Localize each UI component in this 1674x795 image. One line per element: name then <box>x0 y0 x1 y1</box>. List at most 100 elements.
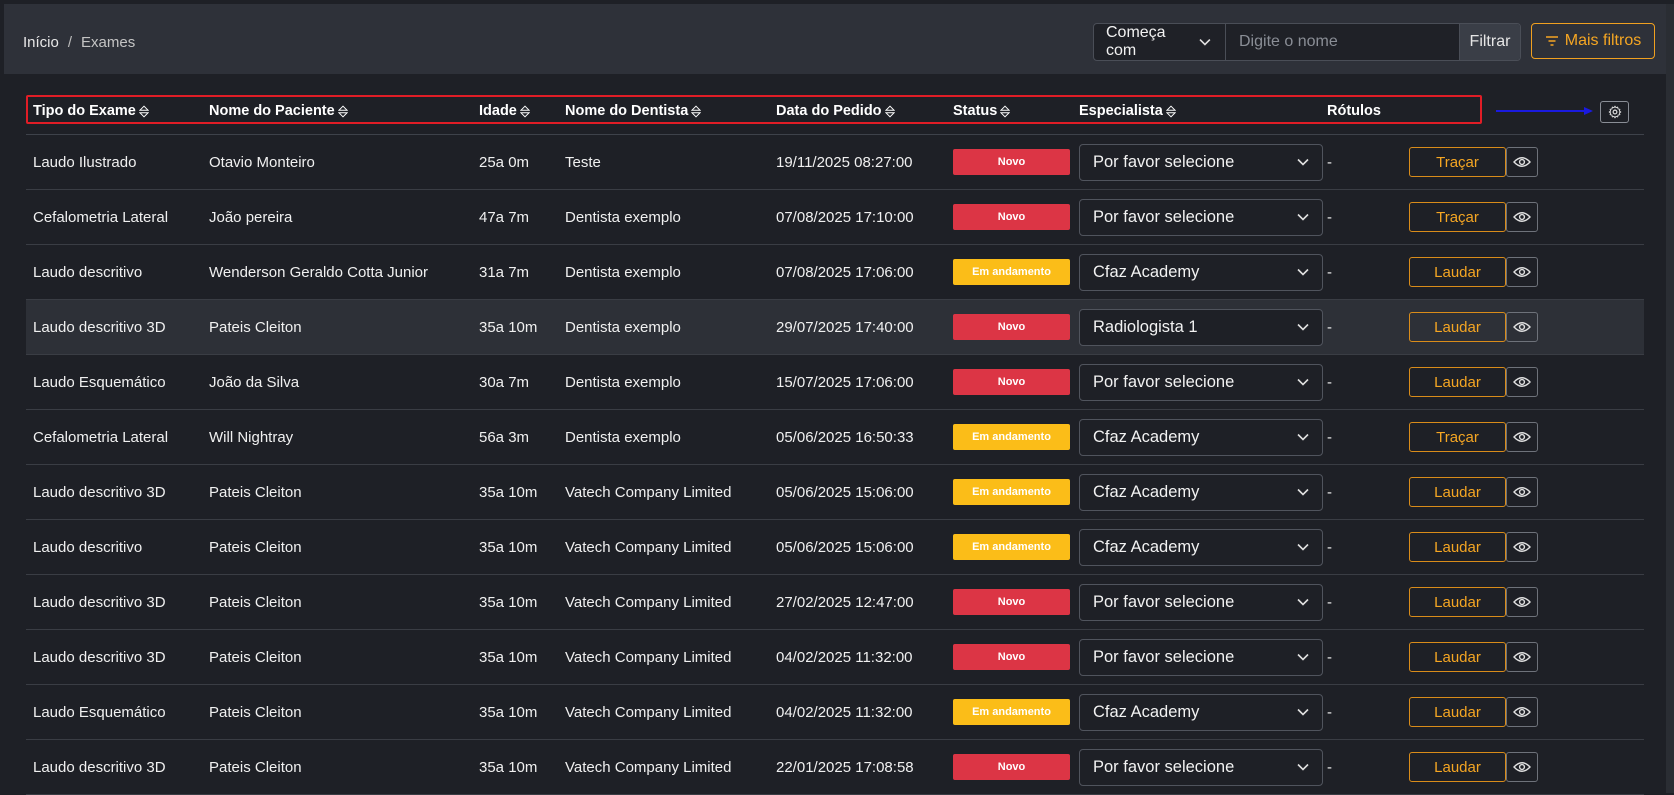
cell-view <box>1506 410 1538 464</box>
eye-icon <box>1513 762 1531 772</box>
view-button[interactable] <box>1506 367 1538 397</box>
row-action-button[interactable]: Traçar <box>1409 422 1506 452</box>
cell-view <box>1506 190 1538 244</box>
table-row[interactable]: Laudo descritivo 3D Pateis Cleiton 35a 10m… <box>26 630 1644 685</box>
table-row[interactable]: Laudo descritivo 3D Pateis Cleiton 35a 10m… <box>26 740 1644 795</box>
table-row[interactable]: Laudo descritivo 3D Pateis Cleiton 35a 10m… <box>26 300 1644 355</box>
cell-status: Novo <box>953 135 1070 189</box>
cell-actions: Traçar <box>1409 135 1506 189</box>
view-button[interactable] <box>1506 697 1538 727</box>
cell-patient-name: Pateis Cleiton <box>209 648 302 666</box>
view-button[interactable] <box>1506 642 1538 672</box>
specialist-select[interactable]: Cfaz Academy <box>1079 528 1323 566</box>
sort-icon[interactable] <box>884 104 895 118</box>
specialist-select[interactable]: Cfaz Academy <box>1079 693 1323 731</box>
filter-mode-label: Começa com <box>1106 24 1166 59</box>
specialist-select[interactable]: Radiologista 1 <box>1079 308 1323 346</box>
filter-mode-select[interactable]: Começa com <box>1094 24 1226 60</box>
filter-button[interactable]: Filtrar <box>1459 24 1520 60</box>
search-input[interactable] <box>1226 24 1459 60</box>
specialist-select[interactable]: Cfaz Academy <box>1079 473 1323 511</box>
table-row[interactable]: Laudo descritivo Pateis Cleiton 35a 10m Vat… <box>26 520 1644 575</box>
eye-icon <box>1513 652 1531 662</box>
row-action-button[interactable]: Laudar <box>1409 257 1506 287</box>
cell-status: Em andamento <box>953 465 1070 519</box>
specialist-select-value: Cfaz Academy <box>1093 427 1200 446</box>
breadcrumb-home[interactable]: Início <box>23 34 59 51</box>
column-header-age[interactable]: Idade <box>479 103 530 119</box>
cell-order-date: 07/08/2025 17:06:00 <box>776 263 914 281</box>
table-row[interactable]: Laudo descritivo Wenderson Geraldo Cotta … <box>26 245 1644 300</box>
eye-icon <box>1513 322 1531 332</box>
column-header-date[interactable]: Data do Pedido <box>776 103 895 119</box>
view-button[interactable] <box>1506 477 1538 507</box>
cell-actions: Laudar <box>1409 630 1506 684</box>
status-badge: Em andamento <box>953 259 1070 285</box>
column-header-patient[interactable]: Nome do Paciente <box>209 103 348 119</box>
specialist-select[interactable]: Cfaz Academy <box>1079 253 1323 291</box>
top-bar: Início / Exames Começa com Filtrar Mais fi… <box>4 4 1672 74</box>
view-button[interactable] <box>1506 257 1538 287</box>
view-button[interactable] <box>1506 587 1538 617</box>
table-row[interactable]: Laudo descritivo 3D Pateis Cleiton 35a 10m… <box>26 575 1644 630</box>
column-settings-button[interactable] <box>1600 101 1629 123</box>
row-action-button[interactable]: Traçar <box>1409 147 1506 177</box>
cell-view <box>1506 245 1538 299</box>
scrollbar[interactable] <box>1666 4 1674 793</box>
row-action-button[interactable]: Laudar <box>1409 752 1506 782</box>
column-header-specialist[interactable]: Especialista <box>1079 103 1176 119</box>
view-button[interactable] <box>1506 202 1538 232</box>
table-row[interactable]: Cefalometria Lateral João pereira 47a 7m De… <box>26 190 1644 245</box>
specialist-select[interactable]: Cfaz Academy <box>1079 418 1323 456</box>
specialist-select[interactable]: Por favor selecione <box>1079 198 1323 236</box>
view-button[interactable] <box>1506 147 1538 177</box>
specialist-select[interactable]: Por favor selecione <box>1079 583 1323 621</box>
view-button[interactable] <box>1506 752 1538 782</box>
row-action-button[interactable]: Laudar <box>1409 587 1506 617</box>
column-header-exam-type[interactable]: Tipo do Exame <box>33 103 149 119</box>
row-action-button[interactable]: Traçar <box>1409 202 1506 232</box>
sort-icon[interactable] <box>138 104 149 118</box>
sort-icon[interactable] <box>1165 104 1176 118</box>
eye-icon <box>1513 487 1531 497</box>
cell-order-date: 19/11/2025 08:27:00 <box>776 153 913 171</box>
row-action-button[interactable]: Laudar <box>1409 642 1506 672</box>
view-button[interactable] <box>1506 422 1538 452</box>
sort-icon[interactable] <box>337 104 348 118</box>
specialist-select[interactable]: Por favor selecione <box>1079 143 1323 181</box>
more-filters-button[interactable]: Mais filtros <box>1531 23 1655 59</box>
cell-specialist: Por favor selecione <box>1079 630 1323 684</box>
cell-labels: - <box>1327 538 1332 556</box>
sort-icon[interactable] <box>691 104 702 118</box>
cell-actions: Laudar <box>1409 575 1506 629</box>
column-header-dentist[interactable]: Nome do Dentista <box>565 103 702 119</box>
cell-actions: Laudar <box>1409 520 1506 574</box>
column-header-status[interactable]: Status <box>953 103 1011 119</box>
specialist-select[interactable]: Por favor selecione <box>1079 748 1323 786</box>
row-action-button[interactable]: Laudar <box>1409 697 1506 727</box>
specialist-select[interactable]: Por favor selecione <box>1079 638 1323 676</box>
table-row[interactable]: Laudo Esquemático Pateis Cleiton 35a 10m Va… <box>26 685 1644 740</box>
table-row[interactable]: Laudo Esquemático João da Silva 30a 7m Dent… <box>26 355 1644 410</box>
specialist-select-value: Por favor selecione <box>1093 372 1235 391</box>
row-action-button[interactable]: Laudar <box>1409 312 1506 342</box>
cell-view <box>1506 685 1538 739</box>
table-row[interactable]: Laudo descritivo 3D Pateis Cleiton 35a 10m… <box>26 465 1644 520</box>
view-button[interactable] <box>1506 532 1538 562</box>
cell-age: 35a 10m <box>479 758 538 776</box>
table-row[interactable]: Laudo Ilustrado Otavio Monteiro 25a 0m Test… <box>26 135 1644 190</box>
status-badge: Novo <box>953 644 1070 670</box>
row-action-button[interactable]: Laudar <box>1409 532 1506 562</box>
specialist-select[interactable]: Por favor selecione <box>1079 363 1323 401</box>
eye-icon <box>1513 377 1531 387</box>
cell-exam-type: Laudo descritivo 3D <box>33 758 166 776</box>
chevron-down-icon <box>1297 488 1309 496</box>
row-action-button[interactable]: Laudar <box>1409 477 1506 507</box>
specialist-select-value: Por favor selecione <box>1093 592 1235 611</box>
sort-icon[interactable] <box>519 104 530 118</box>
table-row[interactable]: Cefalometria Lateral Will Nightray 56a 3m D… <box>26 410 1644 465</box>
cell-exam-type: Cefalometria Lateral <box>33 428 169 446</box>
row-action-button[interactable]: Laudar <box>1409 367 1506 397</box>
sort-icon[interactable] <box>1000 104 1011 118</box>
view-button[interactable] <box>1506 312 1538 342</box>
